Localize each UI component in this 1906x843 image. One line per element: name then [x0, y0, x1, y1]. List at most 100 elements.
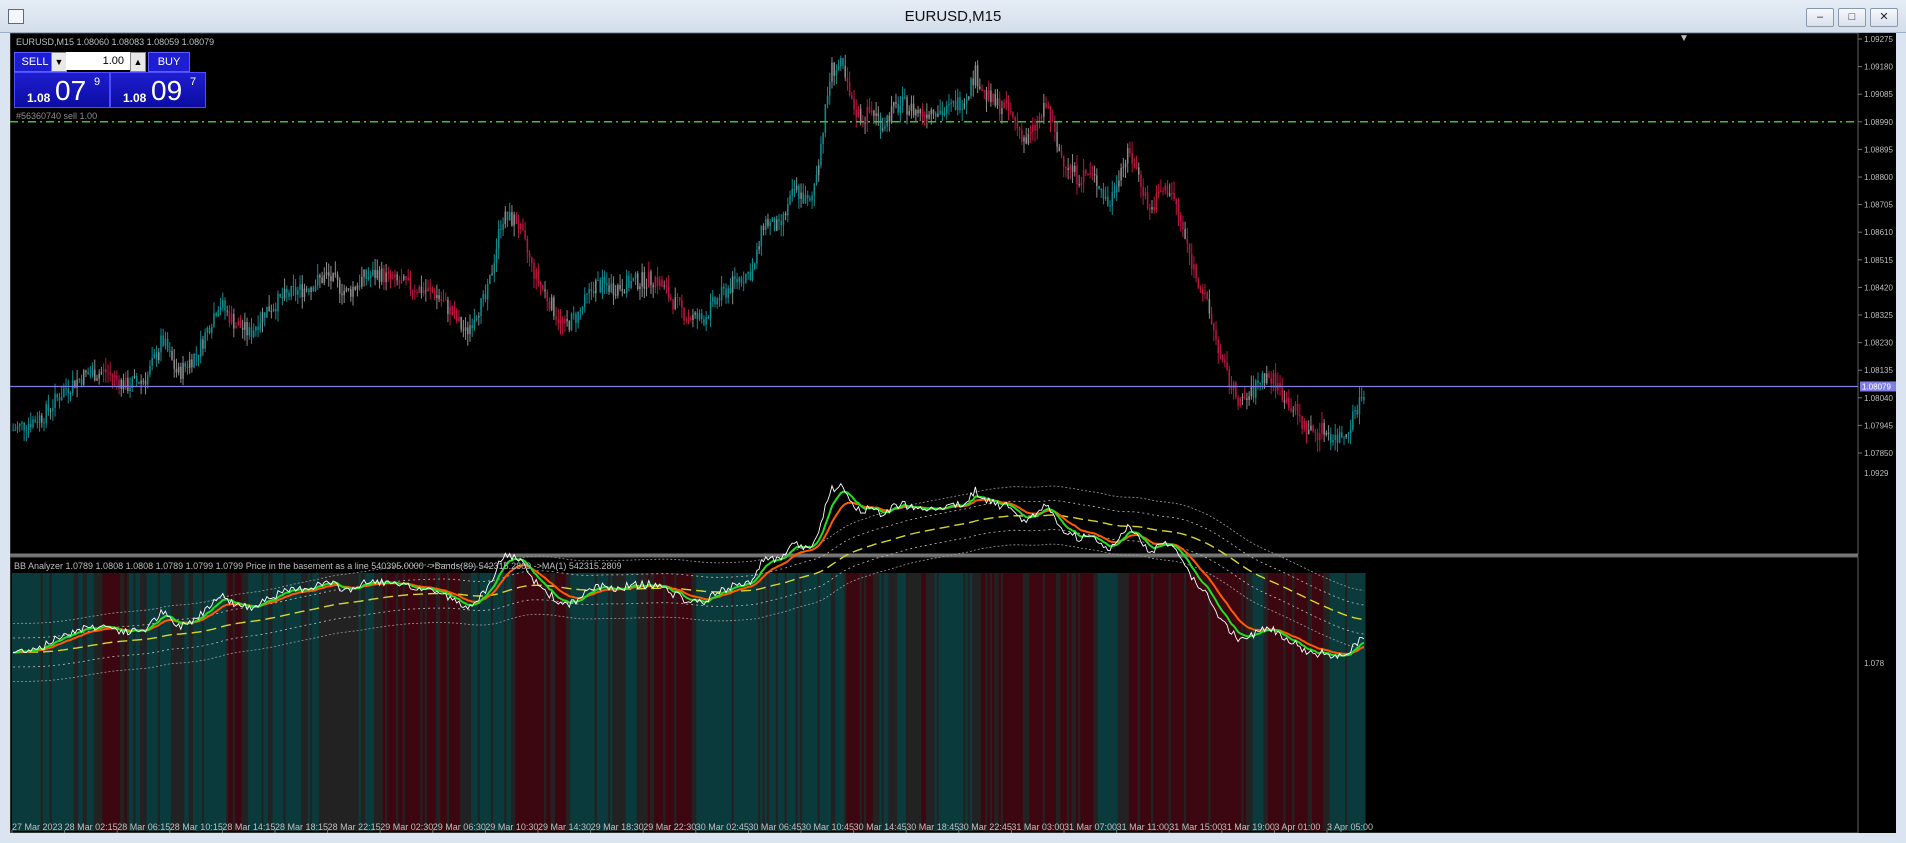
- candle-body: [281, 296, 284, 299]
- candle-body: [831, 62, 833, 82]
- candle-body: [354, 287, 356, 290]
- chart-area[interactable]: EURUSD,M15 1.08060 1.08083 1.08059 1.080…: [10, 33, 1896, 833]
- candle-body: [1087, 173, 1089, 175]
- candle-body: [1316, 432, 1319, 441]
- price-axis[interactable]: 1.09275 1.09180 1.09085 1.08990 1.08895 1.088…: [1858, 35, 1893, 668]
- candle-body: [43, 422, 45, 424]
- candle-body: [239, 321, 242, 328]
- candle-body: [564, 319, 566, 324]
- candle-body: [1069, 165, 1072, 171]
- candle-body: [875, 113, 877, 116]
- candle-body: [511, 212, 513, 226]
- candle-body: [1179, 215, 1182, 222]
- candle-body: [780, 220, 782, 226]
- candle-body: [297, 289, 299, 295]
- minimize-button[interactable]: –: [1806, 8, 1834, 27]
- candle-body: [120, 379, 123, 389]
- buy-price-box[interactable]: 1.08 09 7: [110, 72, 206, 108]
- buy-button[interactable]: BUY: [148, 52, 190, 72]
- candle-body: [18, 423, 21, 427]
- candle-body: [54, 393, 56, 408]
- candle-body: [716, 298, 718, 305]
- candle-body: [884, 126, 886, 129]
- candle-body: [1307, 430, 1310, 434]
- maximize-button[interactable]: □: [1838, 8, 1866, 27]
- candle-body: [286, 288, 288, 293]
- candle-body: [1288, 397, 1290, 409]
- candle-body: [308, 289, 310, 293]
- candle-body: [778, 219, 780, 221]
- candle-body: [892, 102, 895, 107]
- time-tick-label: 30 Mar 14:45: [854, 822, 907, 832]
- candle-body: [127, 377, 129, 392]
- candle-body: [252, 330, 255, 338]
- candle-body: [455, 310, 458, 321]
- candle-body: [299, 284, 301, 290]
- candle-body: [352, 287, 354, 297]
- candle-body: [813, 183, 816, 196]
- candle-body: [153, 353, 156, 358]
- shift-marker-icon[interactable]: ▼: [1679, 33, 1689, 44]
- candle-body: [729, 288, 732, 293]
- candle-body: [1126, 148, 1129, 164]
- candle-body: [890, 106, 893, 123]
- candle-body: [553, 297, 555, 317]
- candle-body: [674, 296, 677, 310]
- price-tick-label: 1.08230: [1864, 339, 1893, 348]
- candle-body: [833, 62, 835, 76]
- candle-body: [663, 285, 665, 287]
- candle-body: [109, 373, 111, 375]
- candle-body: [1043, 103, 1045, 117]
- sell-price-pips: 07: [55, 75, 87, 106]
- lot-increase-button[interactable]: ▲: [130, 52, 146, 72]
- candle-body: [619, 284, 621, 290]
- candle-body: [1124, 163, 1127, 168]
- candle-body: [1054, 122, 1056, 132]
- sell-button[interactable]: SELL: [14, 52, 56, 72]
- candle-body: [175, 368, 178, 373]
- candle-body: [643, 272, 646, 289]
- candle-body: [568, 321, 571, 331]
- candle-body: [1051, 121, 1054, 123]
- candle-body: [1056, 131, 1058, 147]
- candle-body: [467, 327, 469, 335]
- time-axis[interactable]: 27 Mar 2023 28 Mar 02:15 28 Mar 06:15 28 Ma…: [11, 822, 1373, 833]
- sell-price-box[interactable]: 1.08 07 9: [14, 72, 110, 108]
- candle-body: [235, 325, 237, 329]
- candle-body: [389, 272, 392, 279]
- candle-body: [983, 90, 986, 92]
- candle-body: [636, 273, 639, 290]
- lot-decrease-button[interactable]: ▼: [51, 52, 67, 72]
- candle-body: [1023, 137, 1025, 142]
- candle-body: [116, 375, 118, 380]
- candle-body: [868, 106, 871, 113]
- close-button[interactable]: ✕: [1870, 8, 1898, 27]
- candle-body: [334, 272, 337, 275]
- candle-body: [844, 65, 846, 78]
- candle-body: [1243, 396, 1246, 399]
- lot-size-input[interactable]: 1.00: [66, 52, 130, 70]
- candle-body: [806, 194, 809, 199]
- candle-body: [1210, 313, 1213, 324]
- candle-body: [1140, 174, 1142, 187]
- candle-body: [764, 219, 767, 230]
- candle-body: [142, 380, 145, 382]
- candle-body: [1157, 191, 1160, 194]
- candle-body: [1299, 415, 1301, 417]
- candle-body: [837, 66, 840, 71]
- chart-canvas[interactable]: EURUSD,M15 1.08060 1.08083 1.08059 1.080…: [10, 33, 1896, 833]
- candle-body: [396, 274, 398, 281]
- candle-body: [1217, 339, 1219, 354]
- candle-body: [1007, 99, 1010, 111]
- candle-body: [727, 288, 730, 298]
- candle-body: [840, 58, 842, 67]
- candle-body: [436, 295, 438, 298]
- title-bar[interactable]: EURUSD,M15 – □ ✕: [0, 0, 1906, 33]
- candle-body: [294, 287, 297, 295]
- candle-body: [303, 288, 306, 298]
- candle-body: [246, 322, 248, 336]
- candle-body: [784, 213, 787, 216]
- candle-body: [1115, 186, 1118, 193]
- candle-body: [1032, 124, 1034, 132]
- candle-body: [1171, 192, 1173, 194]
